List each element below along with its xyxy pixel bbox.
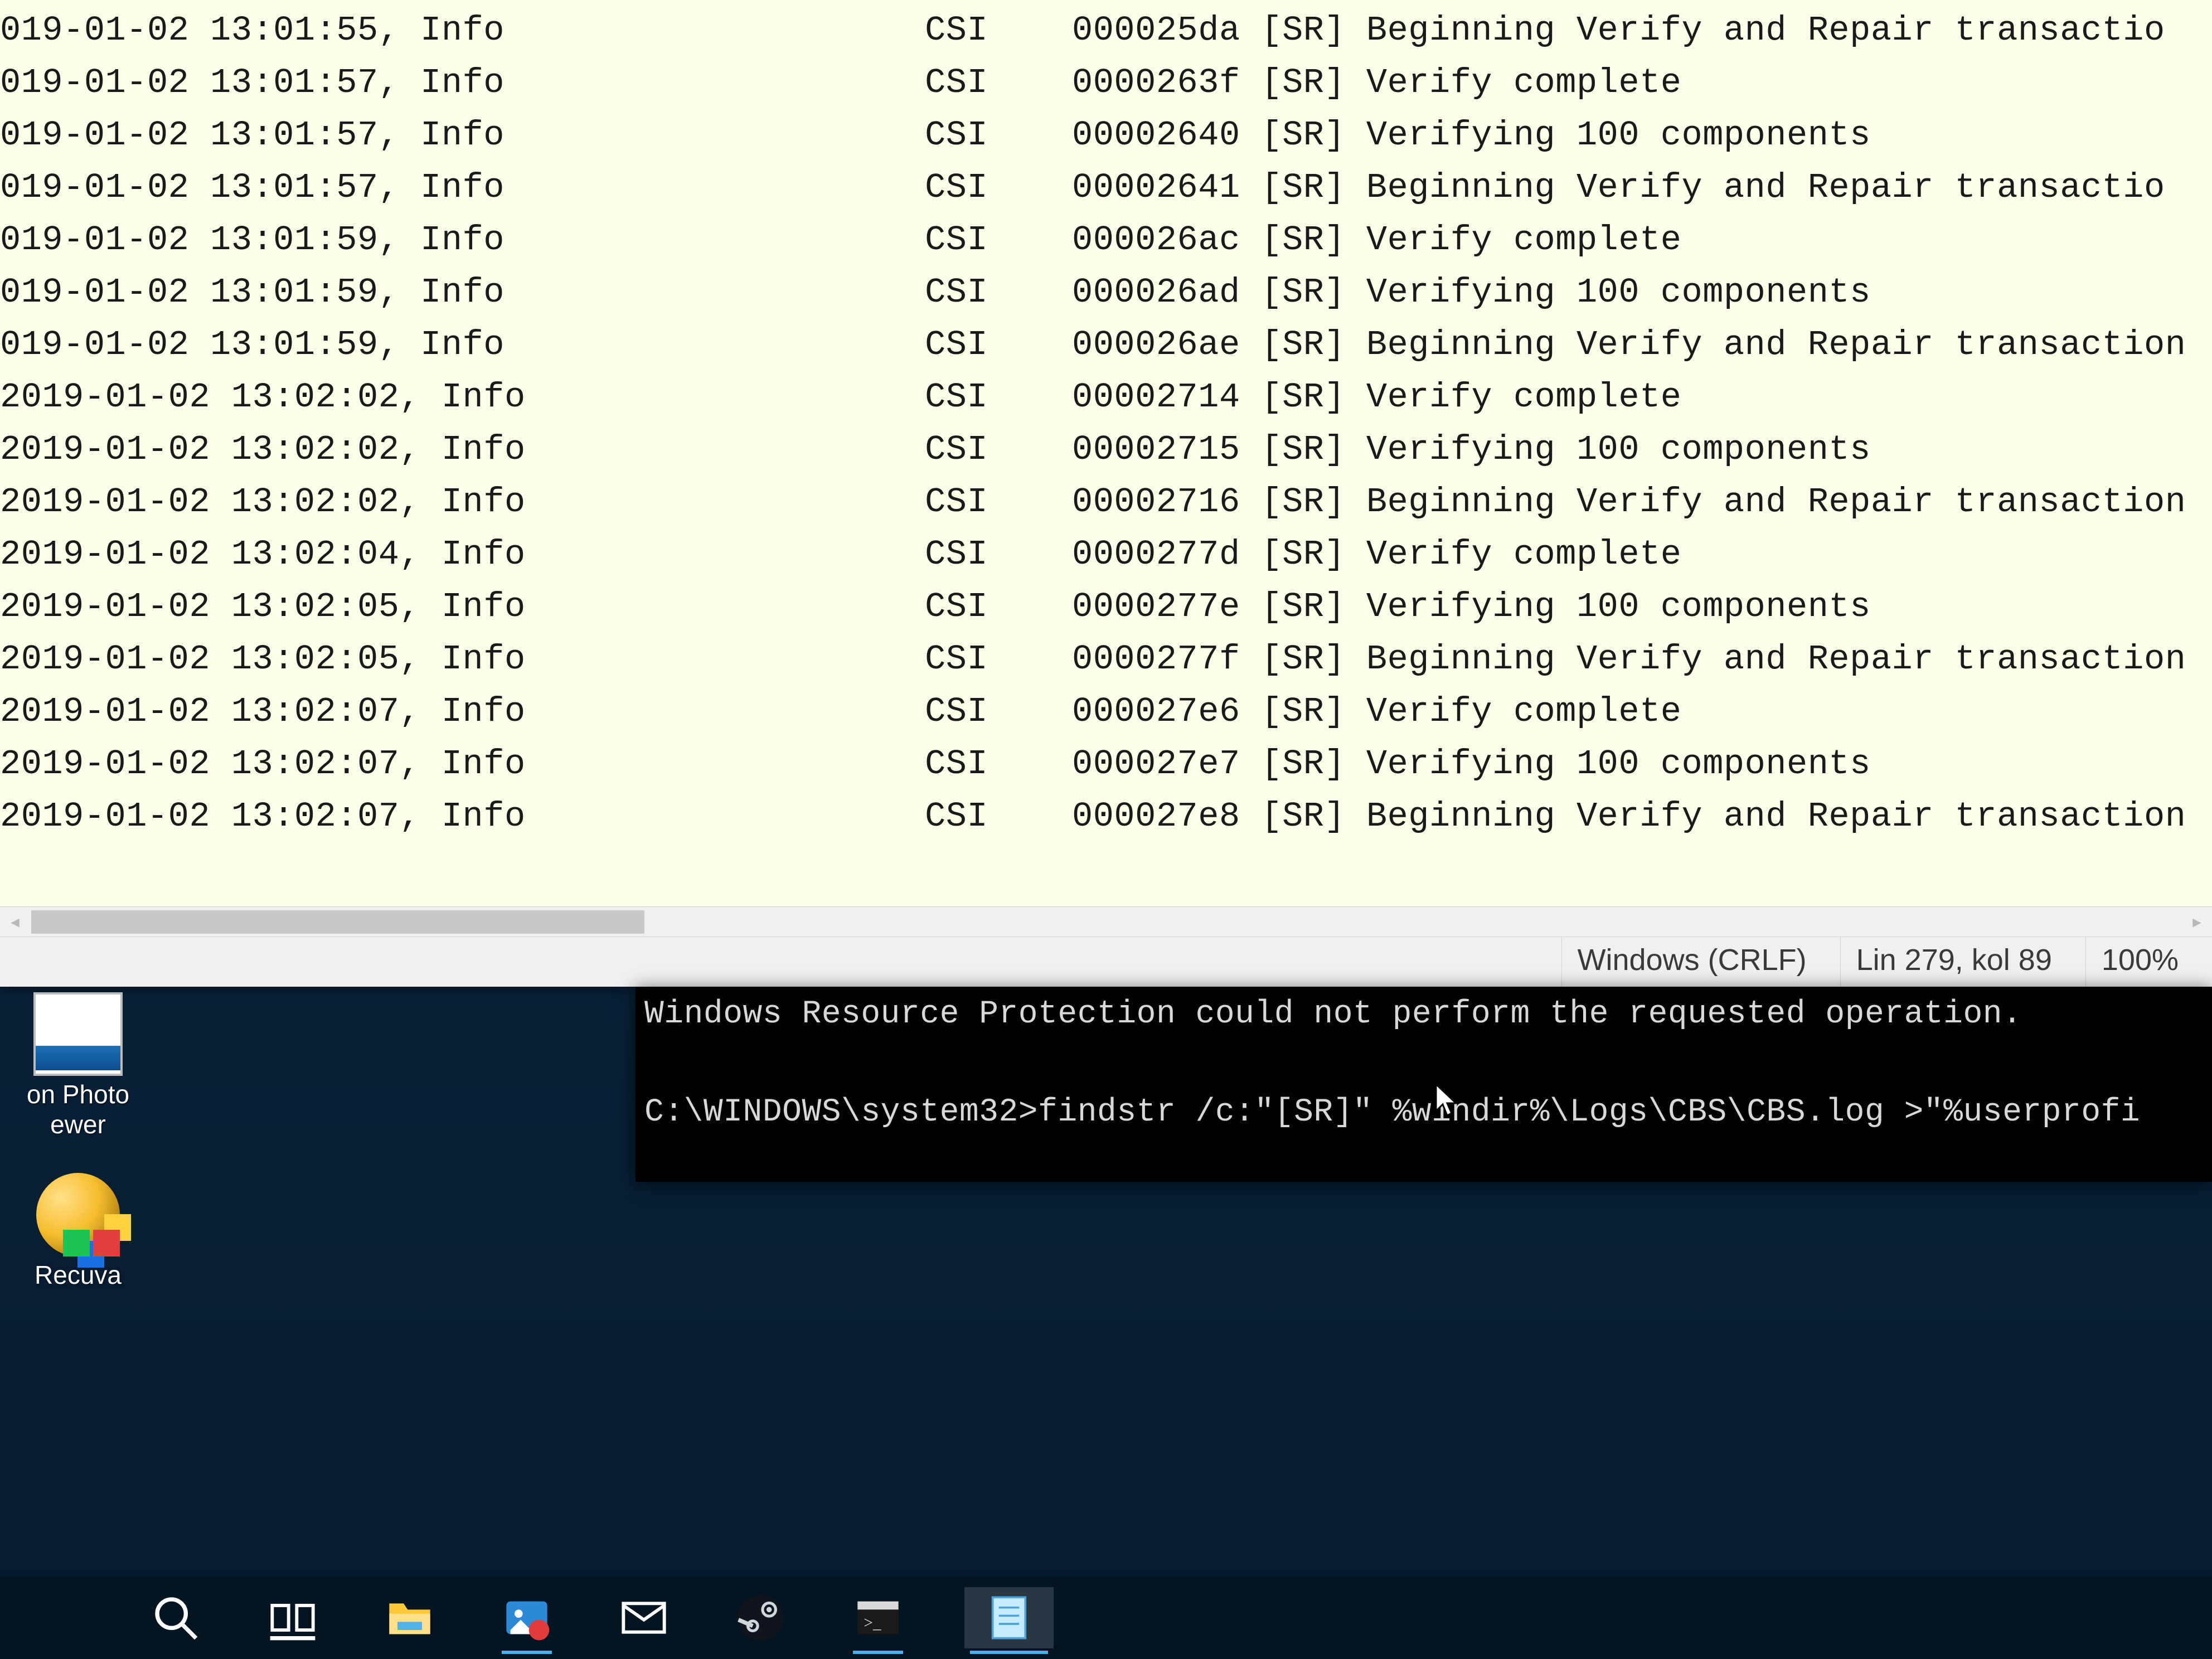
task-view-icon bbox=[268, 1593, 317, 1642]
log-line: 019-01-02 13:01:57, Info CSI 0000263f [S… bbox=[0, 57, 2212, 109]
scroll-right-arrow-icon[interactable]: ▸ bbox=[2182, 907, 2212, 937]
cmd-line: C:\WINDOWS\system32>findstr /c:"[SR]" %w… bbox=[644, 1094, 2140, 1131]
photos-icon bbox=[502, 1593, 551, 1642]
notepad-window: 019-01-02 13:01:55, Info CSI 000025da [S… bbox=[0, 0, 2212, 987]
taskbar-search-button[interactable] bbox=[145, 1587, 206, 1648]
log-line: 2019-01-02 13:02:04, Info CSI 0000277d [… bbox=[0, 528, 2212, 581]
log-line: 2019-01-02 13:02:07, Info CSI 000027e7 [… bbox=[0, 738, 2212, 790]
command-prompt-window[interactable]: Windows Resource Protection could not pe… bbox=[636, 987, 2212, 1182]
taskbar-steam-button[interactable] bbox=[730, 1587, 792, 1648]
log-line: 019-01-02 13:01:59, Info CSI 000026ae [S… bbox=[0, 319, 2212, 371]
desktop-icon-label: ewer bbox=[0, 1109, 156, 1139]
desktop-icons-area: on Photo ewer Recuva bbox=[0, 992, 156, 1323]
desktop-icon-recuva[interactable]: Recuva bbox=[0, 1173, 156, 1290]
search-icon bbox=[151, 1593, 200, 1642]
statusbar-spacer bbox=[0, 937, 1562, 987]
horizontal-scrollbar[interactable]: ◂ ▸ bbox=[0, 906, 2212, 937]
log-line: 2019-01-02 13:02:07, Info CSI 000027e8 [… bbox=[0, 790, 2212, 843]
log-line: 019-01-02 13:01:59, Info CSI 000026ad [S… bbox=[0, 266, 2212, 319]
taskbar-photos-button[interactable] bbox=[496, 1587, 557, 1648]
cmd-line: Windows Resource Protection could not pe… bbox=[644, 996, 2022, 1032]
log-line: 2019-01-02 13:02:07, Info CSI 000027e6 [… bbox=[0, 686, 2212, 738]
taskbar-cmd-button[interactable]: >_ bbox=[847, 1587, 909, 1648]
desktop-icon-photo-viewer[interactable]: on Photo ewer bbox=[0, 992, 156, 1139]
scrollbar-thumb[interactable] bbox=[31, 910, 644, 934]
notepad-statusbar: Windows (CRLF) Lin 279, kol 89 100% bbox=[0, 937, 2212, 987]
taskbar: >_ bbox=[0, 1576, 2212, 1659]
taskbar-mail-button[interactable] bbox=[613, 1587, 675, 1648]
notepad-icon bbox=[984, 1593, 1034, 1642]
steam-icon bbox=[736, 1593, 785, 1642]
taskbar-file-explorer-button[interactable] bbox=[379, 1587, 440, 1648]
statusbar-encoding: Windows (CRLF) bbox=[1562, 937, 1841, 987]
log-line: 019-01-02 13:01:57, Info CSI 00002640 [S… bbox=[0, 109, 2212, 162]
statusbar-zoom: 100% bbox=[2086, 937, 2212, 987]
log-line: 2019-01-02 13:02:05, Info CSI 0000277f [… bbox=[0, 633, 2212, 686]
taskbar-notepad-button[interactable] bbox=[964, 1587, 1054, 1648]
log-line: 2019-01-02 13:02:02, Info CSI 00002716 [… bbox=[0, 476, 2212, 528]
log-content[interactable]: 019-01-02 13:01:55, Info CSI 000025da [S… bbox=[0, 0, 2212, 906]
log-line: 2019-01-02 13:02:02, Info CSI 00002714 [… bbox=[0, 371, 2212, 424]
statusbar-position: Lin 279, kol 89 bbox=[1841, 937, 2086, 987]
taskbar-task-view-button[interactable] bbox=[262, 1587, 323, 1648]
log-line: 2019-01-02 13:02:05, Info CSI 0000277e [… bbox=[0, 581, 2212, 633]
svg-text:>_: >_ bbox=[864, 1614, 881, 1632]
recuva-icon bbox=[36, 1173, 120, 1257]
desktop-icon-label: on Photo bbox=[0, 1079, 156, 1109]
scroll-left-arrow-icon[interactable]: ◂ bbox=[0, 907, 30, 937]
log-line: 2019-01-02 13:02:02, Info CSI 00002715 [… bbox=[0, 424, 2212, 476]
mail-icon bbox=[619, 1593, 668, 1642]
file-explorer-icon bbox=[385, 1593, 434, 1642]
photo-viewer-icon bbox=[33, 992, 123, 1076]
log-line: 019-01-02 13:01:57, Info CSI 00002641 [S… bbox=[0, 162, 2212, 214]
log-line: 019-01-02 13:01:55, Info CSI 000025da [S… bbox=[0, 4, 2212, 57]
cmd-icon: >_ bbox=[853, 1593, 903, 1642]
log-line: 019-01-02 13:01:59, Info CSI 000026ac [S… bbox=[0, 214, 2212, 266]
